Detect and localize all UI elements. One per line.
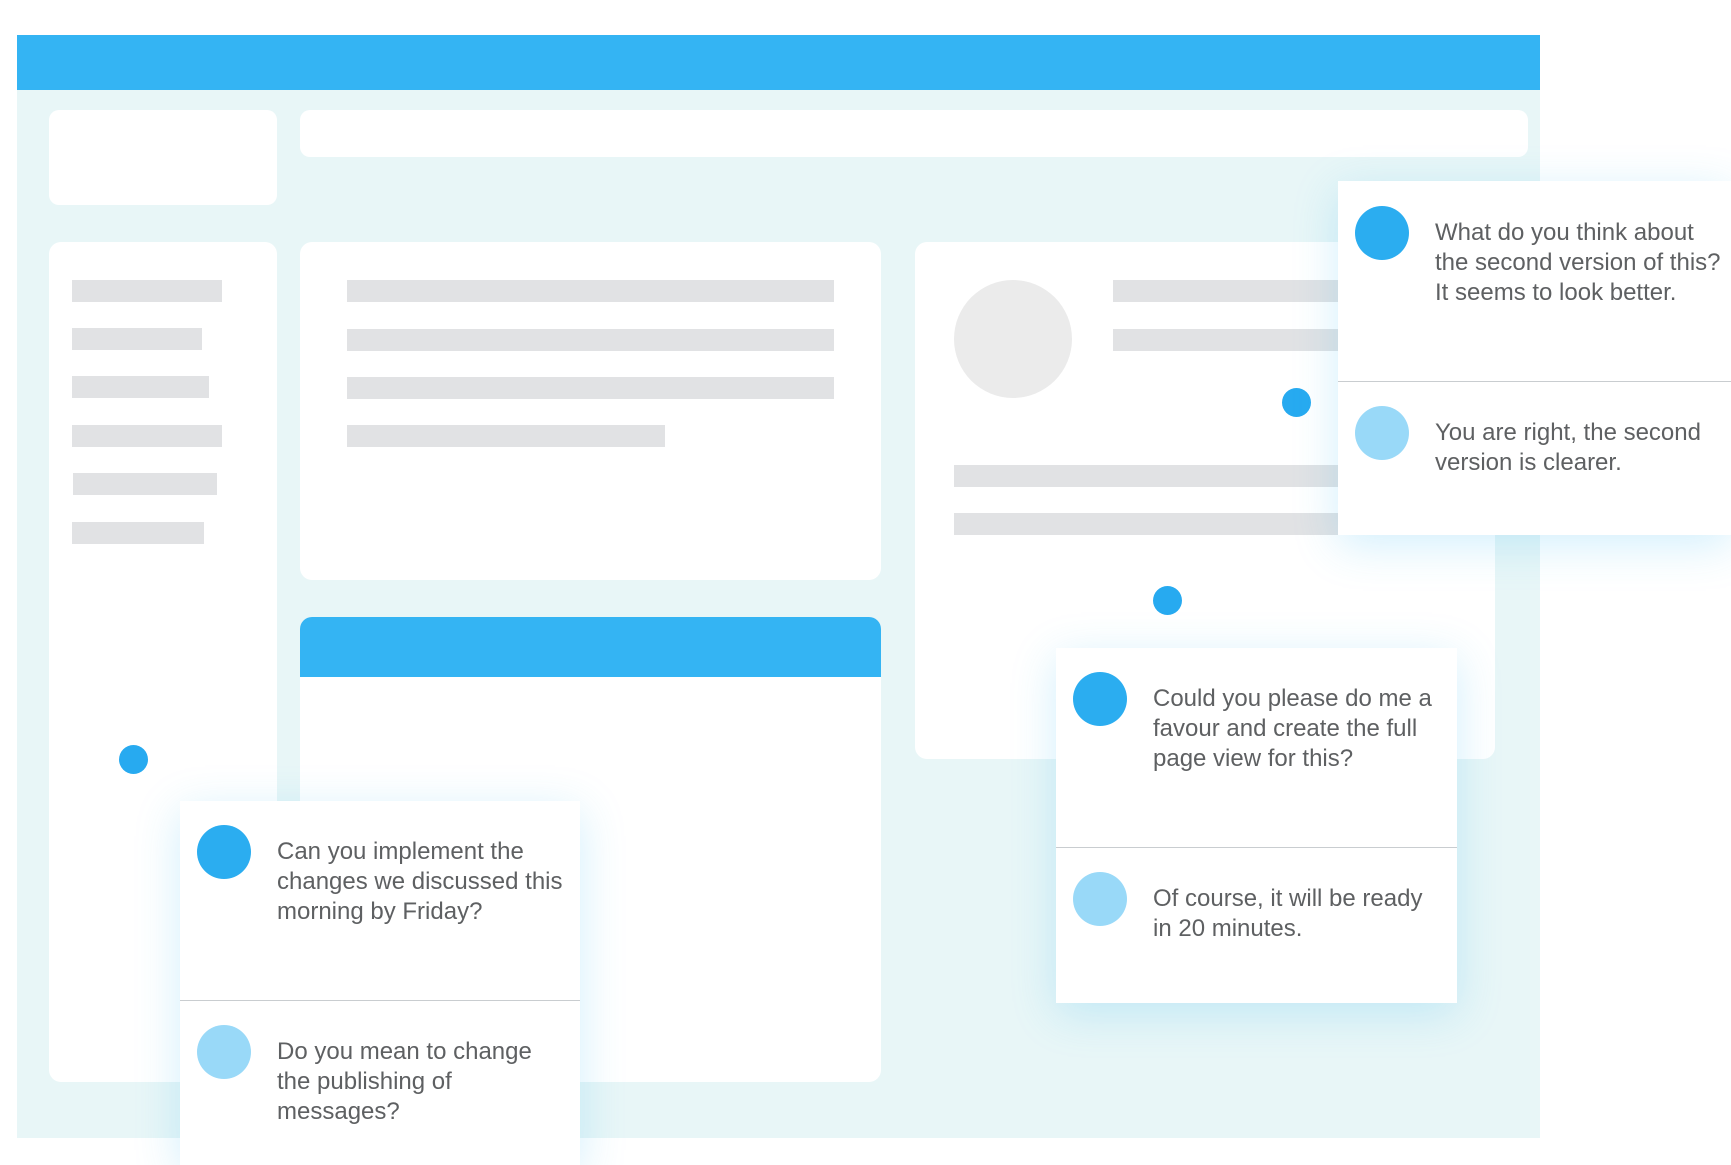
sidebar-item-placeholder[interactable]	[72, 328, 202, 350]
illustration-stage: What do you think about the second versi…	[0, 0, 1731, 1165]
comment-marker[interactable]	[1153, 586, 1182, 615]
chat-message: What do you think about the second versi…	[1338, 181, 1731, 381]
sidebar-item-placeholder[interactable]	[72, 425, 222, 447]
text-line-placeholder	[347, 329, 834, 351]
avatar	[1073, 872, 1127, 926]
message-text: Do you mean to change the publishing of …	[277, 1038, 532, 1125]
text-line-placeholder	[347, 280, 834, 302]
chat-thread-bottom-left: Can you implement the changes we discuss…	[180, 801, 580, 1165]
message-text: Can you implement the changes we discuss…	[277, 838, 563, 925]
sidebar-item-placeholder[interactable]	[72, 280, 222, 302]
avatar	[1073, 672, 1127, 726]
panel-header	[300, 617, 881, 677]
sidebar-item-placeholder[interactable]	[72, 522, 204, 544]
message-text: Could you please do me a favour and crea…	[1153, 685, 1432, 772]
title-bar	[17, 35, 1540, 90]
sidebar-item-placeholder[interactable]	[73, 473, 217, 495]
avatar	[197, 1025, 251, 1079]
chat-thread-middle-right: Could you please do me a favour and crea…	[1056, 648, 1457, 1003]
chat-message: Of course, it will be ready in 20 minute…	[1056, 847, 1457, 1003]
chat-message: You are right, the second version is cle…	[1338, 381, 1731, 535]
search-bar-placeholder[interactable]	[300, 110, 1528, 157]
comment-marker[interactable]	[119, 745, 148, 774]
avatar	[1355, 206, 1409, 260]
chat-message: Could you please do me a favour and crea…	[1056, 648, 1457, 847]
chat-thread-top-right: What do you think about the second versi…	[1338, 181, 1731, 535]
text-line-placeholder	[954, 465, 1394, 487]
logo-placeholder	[49, 110, 277, 205]
text-line-placeholder	[347, 377, 834, 399]
avatar	[197, 825, 251, 879]
message-text: What do you think about the second versi…	[1435, 219, 1721, 306]
avatar	[1355, 406, 1409, 460]
chat-message: Can you implement the changes we discuss…	[180, 801, 580, 1000]
avatar	[954, 280, 1072, 398]
text-line-placeholder	[347, 425, 665, 447]
sidebar-item-placeholder[interactable]	[72, 376, 209, 398]
content-card	[300, 242, 881, 580]
comment-marker[interactable]	[1282, 388, 1311, 417]
message-text: Of course, it will be ready in 20 minute…	[1153, 885, 1423, 942]
message-text: You are right, the second version is cle…	[1435, 419, 1701, 476]
text-line-placeholder	[954, 513, 1394, 535]
chat-message: Do you mean to change the publishing of …	[180, 1000, 580, 1165]
